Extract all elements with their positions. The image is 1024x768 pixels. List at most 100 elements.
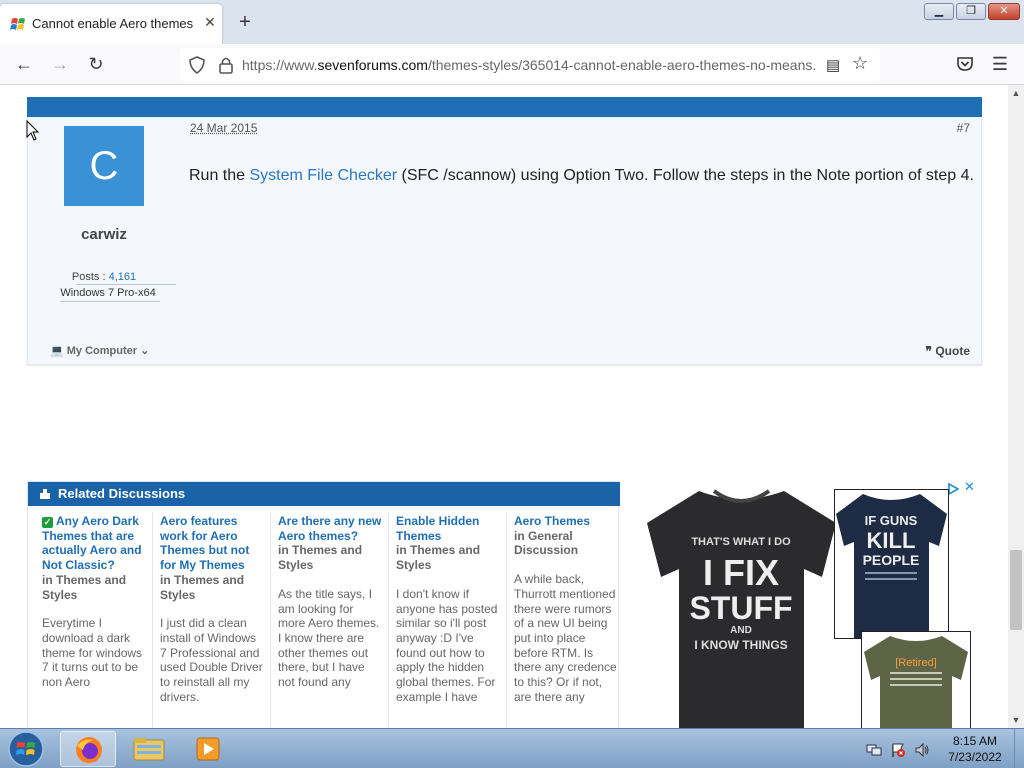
related-item[interactable]: Aero Themes in General Discussion A whil… xyxy=(514,514,620,704)
bookmark-star-icon[interactable]: ☆ xyxy=(852,53,872,75)
advertisement[interactable]: ✕ THAT'S WHAT I DO I FIX STUFF AND I KNO… xyxy=(636,479,980,728)
post-date[interactable]: 24 Mar 2015 xyxy=(190,121,257,135)
page-content: C carwiz Posts : 4,161 Windows 7 Pro-x64… xyxy=(0,85,1008,728)
shield-icon[interactable] xyxy=(188,56,206,74)
related-item-forum: in Themes and Styles xyxy=(42,572,127,602)
ad-text: AND xyxy=(730,625,752,636)
clock-date[interactable]: 7/23/2022 xyxy=(940,750,1010,764)
media-player-icon xyxy=(196,737,220,761)
show-desktop-button[interactable] xyxy=(1014,729,1024,768)
url-bar[interactable]: https://www.sevenforums.com/themes-style… xyxy=(180,48,880,81)
reload-icon[interactable]: ↻ xyxy=(86,54,106,74)
taskbar-explorer[interactable] xyxy=(120,731,176,767)
related-item-title[interactable]: Aero Themes xyxy=(514,514,620,529)
quote-button[interactable]: ❞ Quote xyxy=(926,344,970,358)
body-text: Run the xyxy=(189,167,250,184)
reader-view-icon[interactable]: ▤ xyxy=(826,56,842,74)
tshirt-ad-image[interactable]: THAT'S WHAT I DO I FIX STUFF AND I KNOW … xyxy=(644,485,839,728)
username[interactable]: carwiz xyxy=(48,226,160,243)
close-tab-icon[interactable]: ✕ xyxy=(202,14,218,32)
ad-text: STUFF xyxy=(689,590,792,626)
related-item-title-text: Any Aero Dark Themes that are actually A… xyxy=(42,514,142,573)
scroll-thumb[interactable] xyxy=(1010,550,1022,630)
my-computer-toggle[interactable]: 💻 My Computer ⌄ xyxy=(50,344,149,357)
related-item[interactable]: Enable Hidden Themes in Themes and Style… xyxy=(396,514,502,704)
ad-text: I FIX xyxy=(703,552,779,593)
url-text[interactable]: https://www.sevenforums.com/themes-style… xyxy=(242,57,816,73)
back-arrow-icon[interactable]: ← xyxy=(14,54,34,74)
url-domain: sevenforums.com xyxy=(317,57,428,73)
discussion-icon xyxy=(40,489,50,499)
new-tab-button[interactable]: + xyxy=(236,10,254,34)
tshirt-ad-thumbnail[interactable]: [Retired] xyxy=(861,631,971,728)
volume-icon[interactable] xyxy=(914,742,930,758)
related-item-snippet: A while back, Thurrott mentioned there w… xyxy=(514,572,617,704)
quote-icon: ❞ xyxy=(925,344,932,358)
column-divider xyxy=(506,512,507,728)
quote-label: Quote xyxy=(935,344,970,358)
posts-count-link[interactable]: 4,161 xyxy=(109,271,137,283)
taskbar: 8:15 AM 7/23/2022 xyxy=(0,728,1024,768)
forward-arrow-icon[interactable]: → xyxy=(50,54,70,74)
minimize-button[interactable]: ▁ xyxy=(924,3,954,20)
lock-icon[interactable] xyxy=(218,56,234,74)
ad-text: IF GUNS xyxy=(865,513,918,528)
related-item-forum: in Themes and Styles xyxy=(160,572,245,602)
menu-hamburger-icon[interactable]: ☰ xyxy=(990,54,1010,74)
body-text: (SFC /scannow) using Option Two. Follow … xyxy=(397,167,974,184)
related-item-title[interactable]: ✓ Any Aero Dark Themes that are actually … xyxy=(42,514,148,573)
system-file-checker-link[interactable]: System File Checker xyxy=(249,167,397,184)
page-scrollbar[interactable]: ▲ ▼ xyxy=(1008,85,1024,728)
close-window-button[interactable]: ✕ xyxy=(988,3,1020,20)
forum-post: C carwiz Posts : 4,161 Windows 7 Pro-x64… xyxy=(27,117,982,365)
related-item[interactable]: ✓ Any Aero Dark Themes that are actually … xyxy=(42,514,148,690)
post-body: Run the System File Checker (SFC /scanno… xyxy=(189,167,979,185)
mouse-cursor-icon xyxy=(26,120,40,141)
post-number[interactable]: #7 xyxy=(957,121,970,135)
ad-text: THAT'S WHAT I DO xyxy=(691,536,791,548)
related-item-title[interactable]: Aero features work for Aero Themes but n… xyxy=(160,514,266,573)
my-computer-label: My Computer xyxy=(66,345,138,357)
os-info: Windows 7 Pro-x64 xyxy=(60,287,156,299)
pocket-icon[interactable] xyxy=(955,54,975,74)
ad-close-icon[interactable]: ✕ xyxy=(964,479,976,495)
divider xyxy=(60,301,160,302)
url-prefix: https://www. xyxy=(242,57,318,73)
ad-text: KILL xyxy=(867,528,916,553)
post-count: Posts : 4,161 xyxy=(48,271,160,283)
tshirt-ad-thumbnail[interactable]: IF GUNS KILL PEOPLE xyxy=(834,489,949,639)
divider xyxy=(76,284,176,285)
taskbar-firefox[interactable] xyxy=(60,731,116,767)
scroll-up-icon[interactable]: ▲ xyxy=(1008,85,1024,101)
ad-text: PEOPLE xyxy=(863,552,920,568)
folder-icon xyxy=(133,738,165,761)
related-item-title[interactable]: Enable Hidden Themes xyxy=(396,514,502,543)
scroll-down-icon[interactable]: ▼ xyxy=(1008,712,1024,728)
post-header-bar xyxy=(27,97,982,117)
related-item-title[interactable]: Are there any new Aero themes? xyxy=(278,514,384,543)
tshirt-ad-image: IF GUNS KILL PEOPLE xyxy=(836,494,947,638)
related-item[interactable]: Are there any new Aero themes? in Themes… xyxy=(278,514,384,690)
navigation-bar: ← → ↻ https://www.sevenforums.com/themes… xyxy=(0,44,1024,85)
related-discussions: Related Discussions ✓ Any Aero Dark Theme… xyxy=(27,481,620,728)
column-divider xyxy=(388,512,389,728)
active-tab[interactable]: Cannot enable Aero themes by no means - … xyxy=(0,4,222,44)
ad-text: [Retired] xyxy=(895,657,937,669)
tab-title: Cannot enable Aero themes by no means - … xyxy=(32,16,194,31)
related-item-snippet: I just did a clean install of Windows 7 … xyxy=(160,616,263,704)
start-button-icon[interactable] xyxy=(6,730,46,768)
network-icon[interactable] xyxy=(866,742,882,758)
action-center-flag-icon[interactable] xyxy=(890,742,906,758)
related-item-snippet: I don't know if anyone has posted simila… xyxy=(396,586,498,704)
restore-button[interactable]: ❐ xyxy=(956,3,986,20)
related-item[interactable]: Aero features work for Aero Themes but n… xyxy=(160,514,266,704)
sevenforums-favicon-icon xyxy=(10,18,25,30)
related-item-snippet: As the title says, I am looking for more… xyxy=(278,586,380,690)
tshirt-ad-image: [Retired] xyxy=(864,636,968,728)
chevron-down-icon: ⌄ xyxy=(140,345,150,357)
avatar[interactable]: C xyxy=(64,126,144,206)
related-discussions-header: Related Discussions xyxy=(28,482,620,506)
taskbar-media-player[interactable] xyxy=(180,731,236,767)
clock-time[interactable]: 8:15 AM xyxy=(940,734,1010,748)
related-item-forum: in Themes and Styles xyxy=(278,543,363,573)
